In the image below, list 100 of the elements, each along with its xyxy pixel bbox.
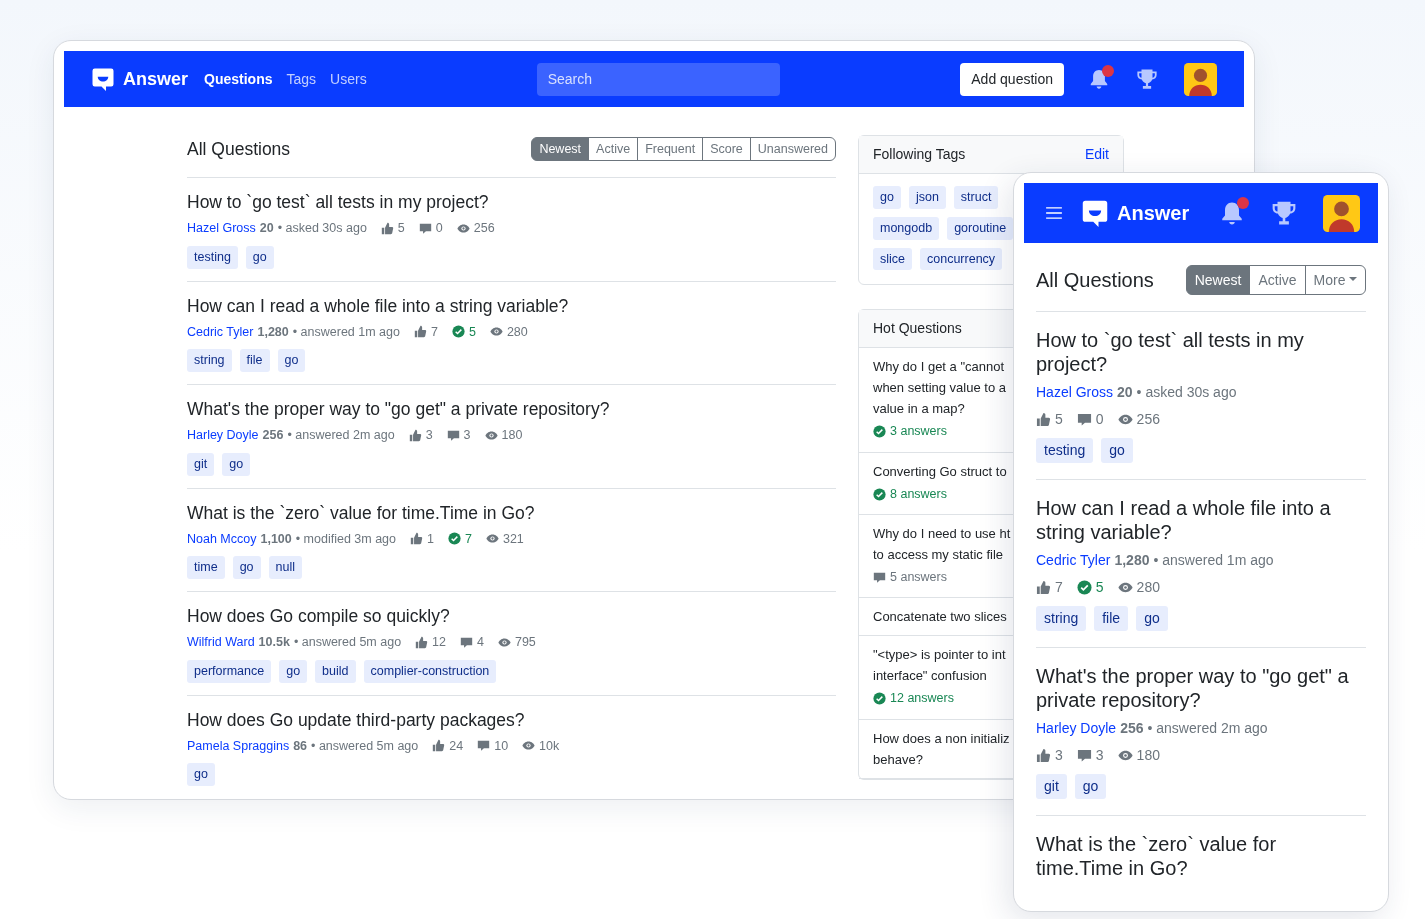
question-title[interactable]: How to `go test` all tests in my project? (1036, 328, 1366, 376)
brand-name[interactable]: Answer (123, 65, 189, 93)
hot-question-line[interactable]: behave? (873, 748, 923, 770)
tag-chip[interactable]: goroutine (947, 216, 1014, 240)
tag-chip[interactable]: mongodb (873, 216, 940, 240)
bell-icon (1088, 68, 1110, 90)
tag-chip[interactable]: string (187, 349, 232, 372)
nav-link[interactable]: Tags (286, 68, 317, 90)
tag-chip[interactable]: go (245, 245, 274, 269)
author-link[interactable]: Cedric Tyler (1036, 550, 1111, 571)
tag-chip[interactable]: json (908, 186, 946, 209)
answer-count: 0 (1095, 410, 1104, 429)
page-heading: All Questions (1036, 268, 1154, 292)
tag-chip[interactable]: file (1094, 606, 1129, 631)
hot-question-line[interactable]: value in a map? (873, 398, 965, 420)
more-dropdown[interactable]: More (1304, 265, 1366, 295)
tag-chip[interactable]: go (1136, 606, 1168, 631)
question-title[interactable]: How does Go compile so quickly? (187, 606, 836, 627)
tag-chip[interactable]: testing (187, 245, 238, 269)
sort-tab[interactable]: Newest (531, 137, 590, 161)
activity-text: • asked 30s ago (1136, 383, 1237, 402)
author-link[interactable]: Harley Doyle (187, 426, 259, 445)
author-link[interactable]: Pamela Spraggins (187, 736, 290, 756)
question-title[interactable]: What is the `zero` value for time.Time in Go? (187, 502, 836, 524)
hot-question-line[interactable]: How does a non initializ (873, 727, 1010, 749)
eye-icon (484, 428, 498, 442)
tag-chip[interactable]: build (315, 659, 356, 683)
tag-chip[interactable]: performance (187, 659, 272, 683)
nav-link[interactable]: Questions (204, 68, 273, 90)
tag-chip[interactable]: go (222, 452, 251, 476)
tag-chip[interactable]: string (1036, 606, 1087, 631)
tag-chip[interactable]: time (187, 556, 225, 579)
check-circle-icon (873, 487, 886, 501)
question-title[interactable]: What's the proper way to "go get" a private repository? (187, 399, 836, 420)
hot-question-line[interactable]: Concatenate two slices (873, 606, 1007, 628)
eye-icon (489, 325, 503, 339)
brand-name[interactable]: Answer (1117, 198, 1190, 228)
author-link[interactable]: Harley Doyle (1036, 718, 1117, 739)
add-question-button[interactable]: Add question (960, 62, 1064, 96)
question-title[interactable]: How can I read a whole file into a string variable? (1036, 496, 1366, 544)
nav-link[interactable]: Users (330, 68, 367, 90)
sort-tab[interactable]: Frequent (637, 137, 704, 161)
answer-count: 3 (1095, 746, 1104, 765)
hot-question-line[interactable]: "<type> is pointer to int (873, 644, 1006, 666)
eye-icon (1117, 412, 1133, 427)
tag-chip[interactable]: slice (873, 247, 912, 271)
vote-count: 1 (427, 530, 434, 548)
tag-chip[interactable]: go (873, 186, 901, 209)
tag-chip[interactable]: go (279, 659, 308, 683)
activity-text: • answered 5m ago (311, 737, 419, 755)
question-title[interactable]: What's the proper way to "go get" a private repository? (1036, 664, 1366, 712)
tag-chip[interactable]: go (232, 556, 261, 579)
reputation: 10.5k (258, 634, 290, 651)
eye-icon (497, 635, 511, 649)
sort-tab[interactable]: Active (588, 137, 639, 161)
author-link[interactable]: Cedric Tyler (187, 322, 254, 342)
hot-question-line[interactable]: Converting Go struct to (873, 460, 1007, 482)
hot-question-line[interactable]: Why do I get a "cannot (873, 356, 1005, 378)
tag-chip[interactable]: go (1074, 774, 1107, 799)
comment-icon (460, 635, 473, 649)
author-link[interactable]: Noah Mccoy (187, 529, 257, 549)
sort-tab[interactable]: Active (1249, 265, 1306, 295)
tag-chip[interactable]: go (277, 349, 306, 372)
tag-chip[interactable]: git (1036, 774, 1067, 799)
question-title[interactable]: How to `go test` all tests in my project? (187, 192, 836, 213)
eye-icon (456, 221, 470, 235)
hot-question-line[interactable]: to access my static file (873, 544, 1004, 565)
sort-tab[interactable]: Unanswered (749, 137, 836, 161)
question-title[interactable]: How can I read a whole file into a string variable? (187, 295, 836, 317)
answer-count: 8 answers (890, 485, 947, 503)
trophy-icon (1271, 200, 1297, 226)
question-title[interactable]: What is the `zero` value for time.Time in Go? (1036, 832, 1366, 880)
activity-text: • answered 1m ago (292, 323, 400, 341)
tag-chip[interactable]: null (268, 556, 302, 579)
activity-text: • modified 3m ago (295, 530, 397, 548)
tag-chip[interactable]: testing (1036, 438, 1094, 463)
check-circle-icon (448, 532, 461, 546)
sort-tab[interactable]: Score (702, 137, 751, 161)
check-circle-icon (873, 425, 886, 439)
tag-chip[interactable]: go (1101, 438, 1133, 463)
view-count: 795 (514, 634, 536, 651)
answer-count: 3 answers (890, 423, 947, 441)
vote-count: 7 (1055, 578, 1063, 597)
author-link[interactable]: Hazel Gross (187, 219, 256, 238)
hot-question-line[interactable]: Why do I need to use ht (873, 523, 1011, 544)
reputation: 1,280 (257, 323, 289, 341)
tag-chip[interactable]: concurrency (920, 247, 1003, 271)
tag-chip[interactable]: file (239, 349, 270, 372)
author-link[interactable]: Hazel Gross (1036, 382, 1114, 403)
hot-question-line[interactable]: when setting value to a (873, 377, 1006, 399)
question-title[interactable]: How does Go update third-party packages? (187, 709, 836, 731)
vote-count: 12 (432, 634, 446, 651)
tag-chip[interactable]: complier-construction (363, 659, 497, 683)
tag-chip[interactable]: go (187, 763, 215, 786)
author-link[interactable]: Wilfrid Ward (187, 633, 255, 652)
sort-tab[interactable]: Newest (1185, 265, 1251, 295)
hot-question-line[interactable]: interface" confusion (873, 665, 987, 687)
tag-chip[interactable]: git (187, 452, 215, 476)
tag-chip[interactable]: struct (953, 186, 999, 209)
edit-link[interactable]: Edit (1084, 144, 1109, 165)
